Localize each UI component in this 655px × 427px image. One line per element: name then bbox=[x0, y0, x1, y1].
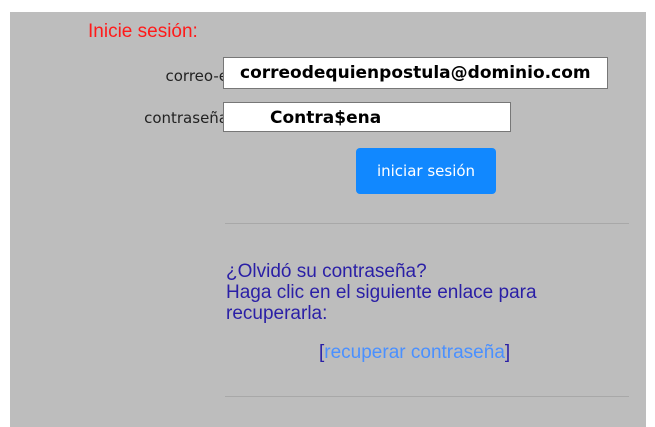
password-label: contraseña bbox=[144, 109, 228, 127]
login-title: Inicie sesión: bbox=[88, 21, 198, 42]
forgot-line-1: ¿Olvidó su contraseña? bbox=[226, 261, 427, 282]
bracket-close: ] bbox=[504, 342, 511, 363]
password-field[interactable]: Contra$ena bbox=[223, 102, 511, 132]
login-panel: Inicie sesión: correo-e correodequienpos… bbox=[10, 12, 646, 427]
forgot-password-text: ¿Olvidó su contraseña? Haga clic en el s… bbox=[226, 261, 626, 324]
recover-password-link[interactable]: recuperar contraseña bbox=[324, 342, 505, 363]
email-field[interactable]: correodequienpostula@dominio.com bbox=[223, 57, 608, 89]
divider-top bbox=[225, 223, 629, 224]
forgot-line-2: Haga clic en el siguiente enlace para bbox=[226, 282, 537, 303]
top-clipped-header bbox=[0, 0, 655, 12]
divider-bottom bbox=[225, 396, 629, 397]
recover-password-row: [recuperar contraseña] bbox=[319, 342, 510, 364]
email-label: correo-e bbox=[165, 67, 229, 85]
forgot-line-3: recuperarla: bbox=[226, 303, 328, 324]
login-button[interactable]: iniciar sesión bbox=[356, 148, 496, 194]
